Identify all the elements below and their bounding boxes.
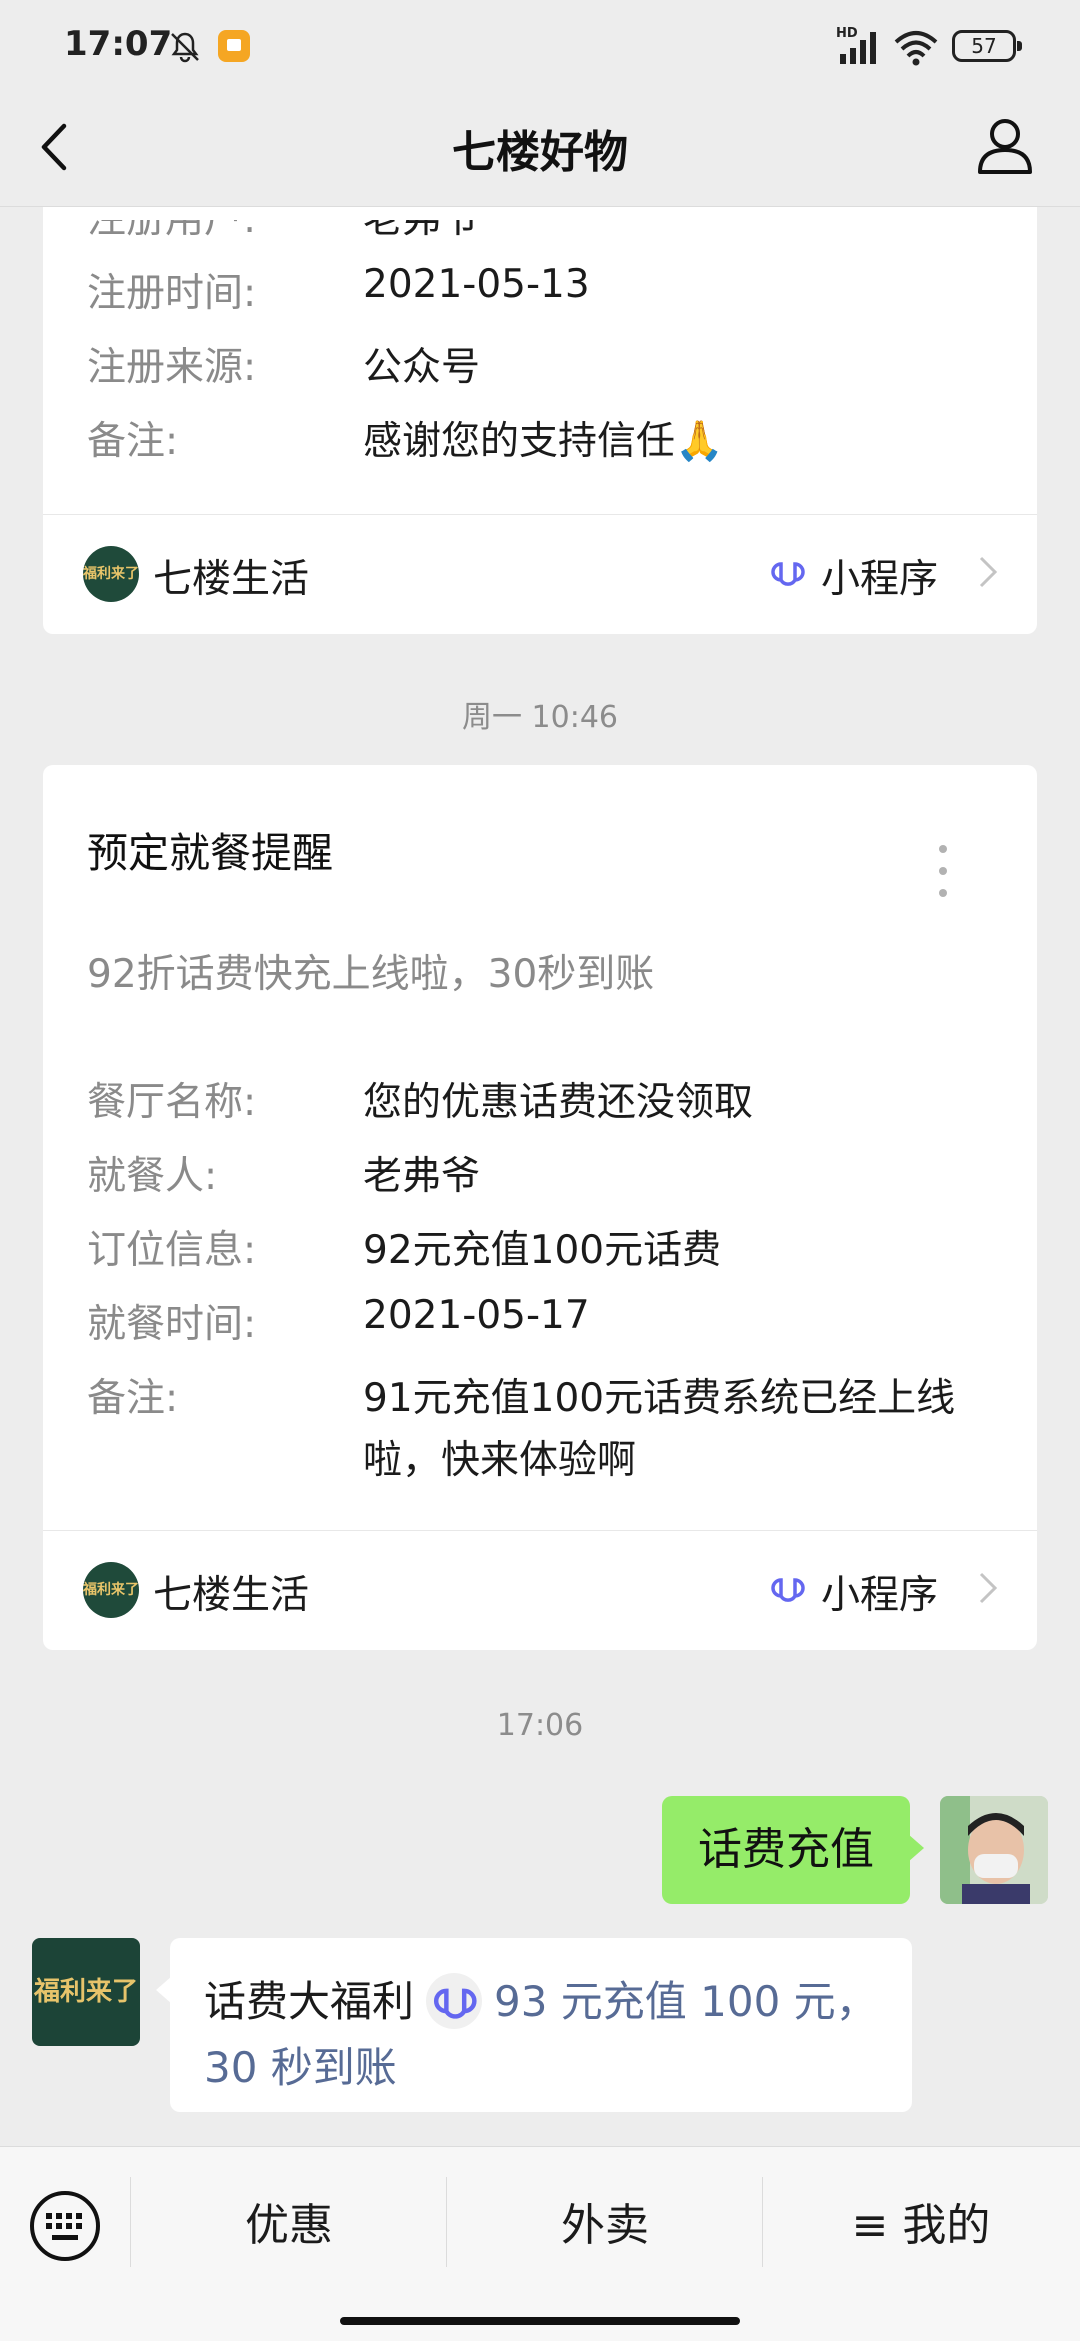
card-subtitle: 92折话费快充上线啦，30秒到账 — [87, 952, 655, 997]
menu-tab-takeout[interactable]: 外卖 — [447, 2185, 763, 2267]
row-value: 2021-05-17 — [363, 1293, 590, 1338]
brand-logo: 福利来了 — [83, 1562, 139, 1618]
battery-indicator: 57 — [952, 30, 1022, 62]
home-indicator[interactable] — [340, 2317, 740, 2325]
row-label: 就餐人: — [87, 1154, 218, 1199]
row-value: 感谢您的支持信任🙏 — [363, 419, 724, 464]
mini-program-link-continued[interactable]: 30 秒到账 — [204, 2034, 397, 2095]
mini-program-label: 小程序 — [821, 557, 939, 602]
user-avatar-image — [940, 1796, 1048, 1904]
more-menu-icon[interactable] — [933, 841, 953, 901]
chevron-right-icon — [979, 1572, 998, 1604]
template-message-card: 预定就餐提醒 92折话费快充上线啦，30秒到账 餐厅名称: 您的优惠话费还没领取… — [43, 765, 1037, 1650]
brand-name: 七楼生活 — [153, 1573, 310, 1618]
mini-program-link[interactable]: 93 元充值 100 元， — [494, 1977, 878, 2026]
row-value: 92元充值100元话费 — [363, 1228, 722, 1273]
mini-program-footer[interactable]: 福利来了 七楼生活 小程序 — [43, 1530, 1037, 1650]
mute-bell-icon — [171, 32, 199, 63]
chevron-right-icon — [979, 556, 998, 588]
status-bar: 17:07 HD 57 — [0, 0, 1080, 90]
signal-icon — [840, 32, 876, 64]
mini-program-icon — [771, 562, 805, 586]
brand-name: 七楼生活 — [153, 557, 310, 602]
mini-program-icon — [771, 1578, 805, 1602]
incoming-message-bubble: 话费大福利 93 元充值 100 元， 30 秒到账 — [156, 1938, 912, 2112]
row-value: 老弗爷 — [363, 1154, 481, 1199]
menu-tab-mine[interactable]: ≡ 我的 — [763, 2185, 1079, 2267]
row-label: 就餐时间: — [87, 1302, 257, 1347]
message-prefix: 话费大福利 — [204, 1977, 415, 2026]
template-message-card: 注册用户: 老弗爷 注册时间: 2021-05-13 注册来源: 公众号 备注:… — [43, 170, 1037, 634]
notification-app-icon — [218, 30, 250, 62]
brand-logo: 福利来了 — [83, 546, 139, 602]
profile-icon[interactable] — [972, 112, 1038, 178]
row-value-continued: 啦，快来体验啊 — [363, 1438, 637, 1483]
keyboard-icon[interactable] — [28, 2189, 102, 2263]
status-time: 17:07 — [64, 24, 173, 64]
mini-program-label: 小程序 — [821, 1573, 939, 1618]
row-label: 注册时间: — [87, 271, 257, 316]
chat-header: 七楼好物 — [0, 90, 1080, 207]
outgoing-message-bubble[interactable]: 话费充值 — [662, 1796, 924, 1904]
row-value: 91元充值100元话费系统已经上线 — [363, 1376, 956, 1421]
mini-program-footer[interactable]: 福利来了 七楼生活 小程序 — [43, 514, 1037, 634]
row-label: 订位信息: — [87, 1228, 257, 1273]
row-value: 2021-05-13 — [363, 262, 590, 307]
card-title: 预定就餐提醒 — [87, 829, 333, 877]
row-label: 餐厅名称: — [87, 1080, 257, 1125]
row-label: 备注: — [87, 419, 179, 464]
row-value: 您的优惠话费还没领取 — [363, 1080, 754, 1125]
timestamp: 周一 10:46 — [462, 700, 618, 735]
timestamp: 17:06 — [496, 1708, 584, 1743]
message-line: 话费大福利 93 元充值 100 元， — [204, 1968, 878, 2033]
wifi-icon — [894, 31, 938, 66]
official-account-avatar[interactable]: 福利来了 — [32, 1938, 140, 2046]
bottom-menu-bar: 优惠 外卖 ≡ 我的 — [0, 2146, 1080, 2341]
row-value: 公众号 — [363, 345, 481, 390]
row-label: 备注: — [87, 1376, 179, 1421]
page-title: 七楼好物 — [452, 127, 628, 178]
row-label: 注册来源: — [87, 345, 257, 390]
user-avatar[interactable] — [940, 1796, 1048, 1904]
mini-program-link-icon — [426, 1972, 483, 2029]
menu-tab-discounts[interactable]: 优惠 — [131, 2185, 447, 2267]
